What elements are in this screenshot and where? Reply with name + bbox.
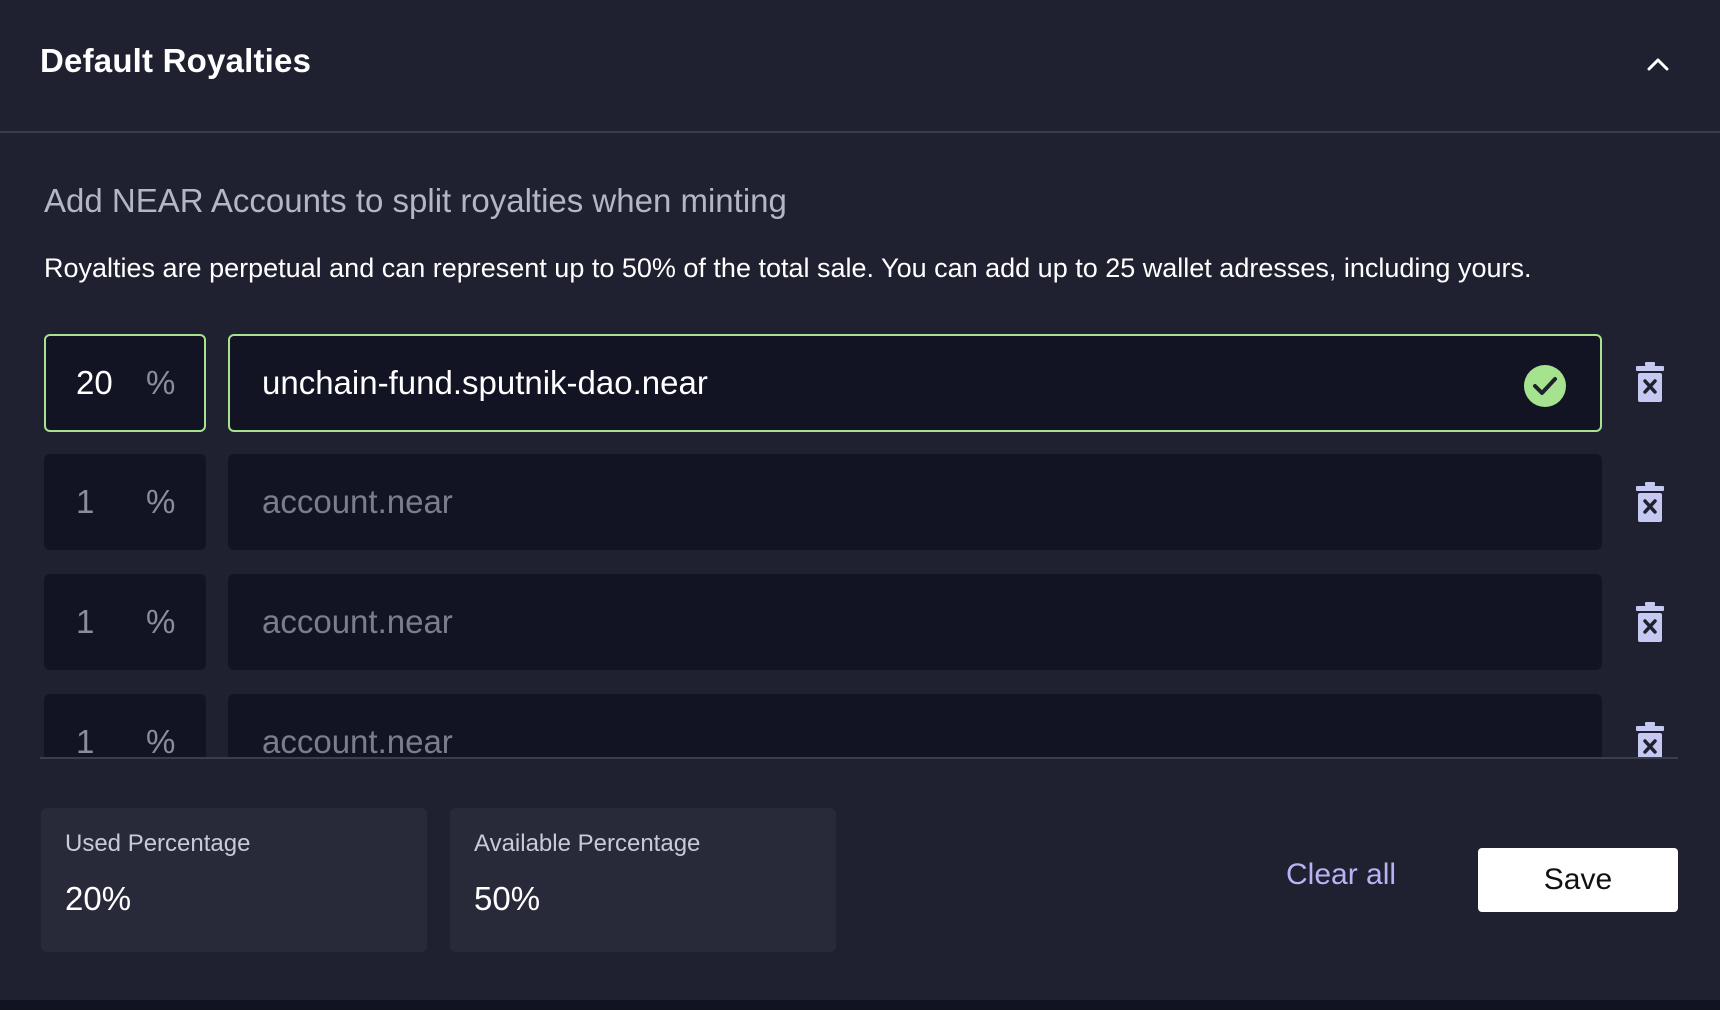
used-percentage-value: 20% [65, 880, 132, 917]
bottom-edge [0, 1000, 1720, 1010]
percent-sign: % [146, 364, 176, 401]
collapse-button[interactable] [1640, 46, 1676, 82]
section-header: Default Royalties [0, 0, 1720, 133]
checkmark-icon [1524, 365, 1566, 407]
account-input[interactable]: account.near [228, 574, 1602, 670]
royalty-row: 20 % unchain-fund.sputnik-dao.near [0, 332, 1720, 432]
delete-row-button[interactable] [1636, 362, 1664, 402]
available-percentage-value: 50% [474, 880, 541, 917]
trash-icon [1636, 602, 1664, 642]
used-percentage-card: Used Percentage 20% [41, 808, 427, 952]
account-input[interactable]: unchain-fund.sputnik-dao.near [228, 334, 1602, 432]
royalties-subtitle: Add NEAR Accounts to split royalties whe… [44, 182, 787, 219]
royalties-description: Royalties are perpetual and can represen… [44, 253, 1532, 283]
account-placeholder: account.near [262, 603, 453, 640]
chevron-up-icon [1647, 58, 1669, 71]
percentage-input[interactable]: 20 % [44, 334, 206, 432]
trash-icon [1636, 362, 1664, 402]
trash-icon [1636, 482, 1664, 522]
percentage-input[interactable]: 1 % [44, 694, 206, 757]
percentage-input[interactable]: 1 % [44, 454, 206, 550]
percentage-value: 1 [76, 483, 95, 520]
percent-sign: % [146, 603, 176, 640]
used-percentage-label: Used Percentage [65, 830, 251, 857]
clear-all-button[interactable]: Clear all [1286, 858, 1396, 892]
percentage-value: 20 [76, 364, 113, 401]
delete-row-button[interactable] [1636, 722, 1664, 757]
royalty-rows-list[interactable]: 20 % unchain-fund.sputnik-dao.near 1 % a… [0, 330, 1720, 757]
account-input[interactable]: account.near [228, 454, 1602, 550]
rows-divider [40, 757, 1678, 759]
delete-row-button[interactable] [1636, 602, 1664, 642]
default-royalties-panel: Default Royalties Add NEAR Accounts to s… [0, 0, 1720, 1000]
trash-icon [1636, 722, 1664, 757]
percent-sign: % [146, 723, 176, 757]
account-input[interactable]: account.near [228, 694, 1602, 757]
royalty-row: 1 % account.near [0, 572, 1720, 670]
percentage-value: 1 [76, 603, 95, 640]
account-value: unchain-fund.sputnik-dao.near [262, 364, 708, 401]
percentage-input[interactable]: 1 % [44, 574, 206, 670]
royalty-row: 1 % account.near [0, 452, 1720, 550]
available-percentage-card: Available Percentage 50% [450, 808, 836, 952]
available-percentage-label: Available Percentage [474, 830, 701, 857]
percentage-value: 1 [76, 723, 95, 757]
delete-row-button[interactable] [1636, 482, 1664, 522]
account-placeholder: account.near [262, 483, 453, 520]
save-button[interactable]: Save [1478, 848, 1678, 912]
percent-sign: % [146, 483, 176, 520]
section-title: Default Royalties [40, 42, 312, 79]
royalty-row: 1 % account.near [0, 692, 1720, 757]
account-placeholder: account.near [262, 723, 453, 757]
